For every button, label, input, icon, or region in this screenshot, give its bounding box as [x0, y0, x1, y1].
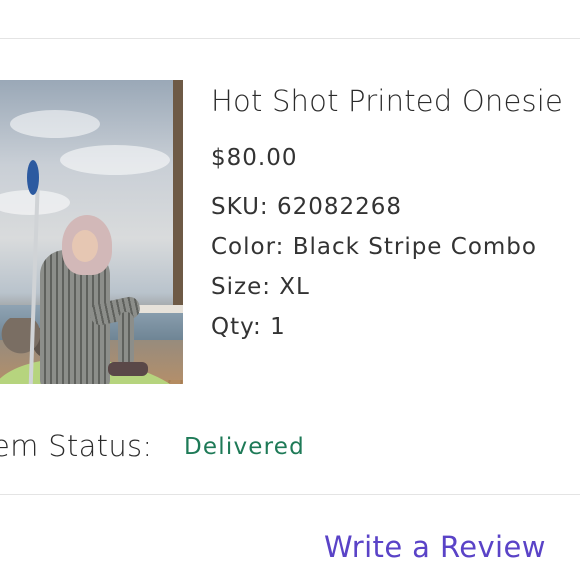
order-item-screen: Hot Shot Printed Onesie $80.00 SKU: 6208…	[0, 0, 580, 580]
item-status-label: em Status:	[0, 429, 153, 463]
product-details: Hot Shot Printed Onesie $80.00 SKU: 6208…	[211, 84, 580, 347]
product-size: Size: XL	[211, 274, 310, 300]
item-status-value: Delivered	[184, 434, 305, 460]
product-color: Color: Black Stripe Combo	[211, 234, 537, 260]
product-title[interactable]: Hot Shot Printed Onesie	[211, 84, 580, 118]
product-qty: Qty: 1	[211, 314, 286, 340]
product-image[interactable]	[0, 80, 183, 384]
write-review-link[interactable]: Write a Review	[324, 530, 546, 564]
top-divider	[0, 38, 580, 39]
section-divider	[0, 494, 580, 495]
product-price: $80.00	[211, 145, 298, 171]
product-sku: SKU: 62082268	[211, 194, 403, 220]
